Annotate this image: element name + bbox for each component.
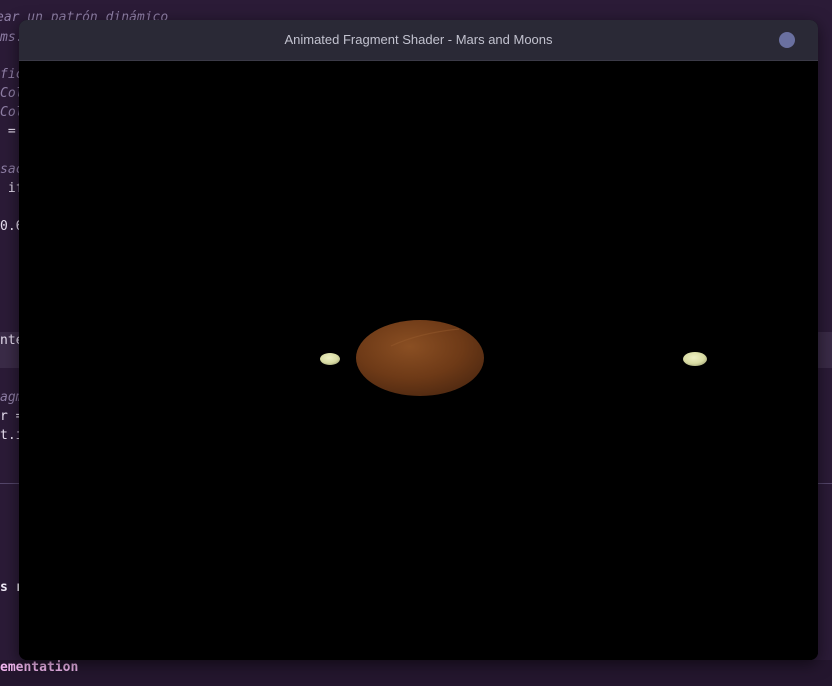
window-close-button[interactable] [779, 32, 795, 48]
moon-right [683, 352, 707, 366]
shader-canvas [19, 61, 818, 660]
code-line: ementation [0, 660, 79, 675]
editor-status-strip [0, 660, 832, 686]
shader-render [19, 61, 818, 660]
code-line: = [0, 124, 16, 139]
window-title: Animated Fragment Shader - Mars and Moon… [284, 32, 553, 47]
mars-planet [356, 320, 484, 396]
shader-window: Animated Fragment Shader - Mars and Moon… [19, 20, 818, 660]
window-titlebar[interactable]: Animated Fragment Shader - Mars and Moon… [19, 20, 818, 61]
moon-left [320, 353, 340, 365]
